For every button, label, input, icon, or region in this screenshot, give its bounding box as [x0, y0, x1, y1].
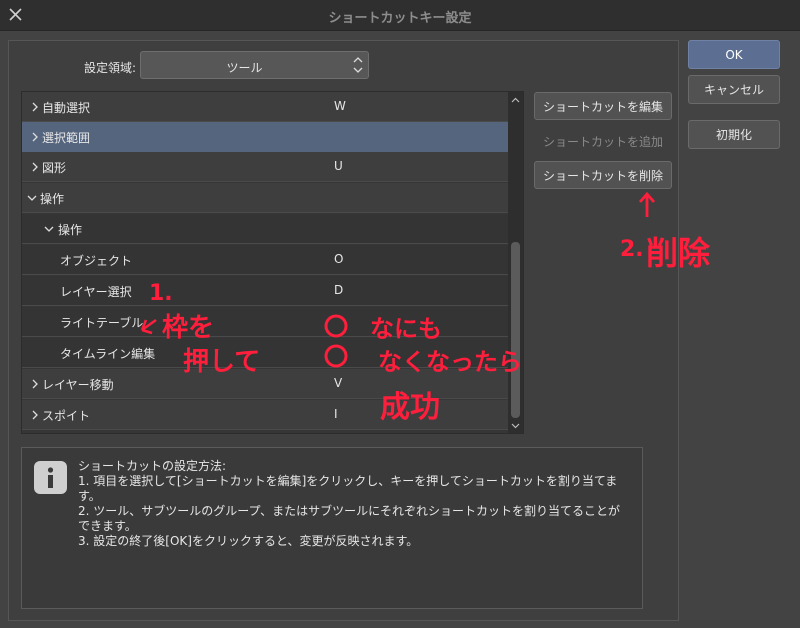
scroll-down-arrow-icon[interactable] [510, 420, 521, 431]
info-panel: ショートカットの設定方法: 1. 項目を選択して[ショートカットを編集]をクリッ… [21, 447, 643, 609]
tree-row-label: レイヤー選択 [60, 285, 132, 299]
tree-row-object[interactable]: オブジェクト O [22, 245, 508, 275]
chevron-right-icon[interactable] [30, 101, 40, 113]
scrollbar-thumb[interactable] [511, 242, 520, 418]
tree-row-label: 図形 [42, 161, 67, 175]
tree-row-label: スポイト [42, 409, 91, 423]
delete-shortcut-button[interactable]: ショートカットを削除 [534, 161, 672, 189]
tree-row-operation-group[interactable]: 操作 [22, 183, 508, 213]
up-down-chevron-icon [353, 57, 363, 73]
tree-row-layer-select[interactable]: レイヤー選択 D [22, 276, 508, 306]
tree-row-auto-select[interactable]: 自動選択 W [22, 92, 508, 122]
settings-area-select[interactable]: ツール [140, 51, 369, 79]
tree-row-label: 自動選択 [42, 101, 91, 115]
info-heading: ショートカットの設定方法: [78, 459, 227, 473]
info-step: 3. 設定の終了後[OK]をクリックすると、変更が反映されます。 [78, 534, 419, 548]
tree-row-label: レイヤー移動 [42, 378, 114, 392]
tree-row-label: ライトテーブル [60, 316, 144, 330]
info-step: 1. 項目を選択して[ショートカットを編集]をクリックし、キーを押してショートカ… [78, 474, 618, 503]
chevron-right-icon[interactable] [30, 378, 40, 390]
chevron-right-icon[interactable] [30, 131, 40, 143]
tree-row-label: タイムライン編集 [60, 347, 156, 361]
tree-row-label: オブジェクト [60, 254, 133, 268]
chevron-right-icon[interactable] [30, 409, 40, 421]
tree-row-eyedropper[interactable]: スポイト I [22, 400, 508, 430]
settings-area-value: ツール [226, 61, 263, 75]
tree-row-layer-move[interactable]: レイヤー移動 V [22, 369, 508, 399]
cancel-button[interactable]: キャンセル [688, 75, 780, 104]
title-bar: ショートカットキー設定 [0, 0, 800, 31]
edit-shortcut-button[interactable]: ショートカットを編集 [534, 92, 672, 120]
tree-row-key: V [334, 376, 343, 390]
tree-row-timeline-edit[interactable]: タイムライン編集 [22, 338, 508, 368]
tree-row-key: W [334, 99, 346, 113]
reset-button[interactable]: 初期化 [688, 120, 780, 149]
info-icon [34, 461, 67, 494]
tree-row-key: I [334, 407, 338, 421]
scroll-up-arrow-icon[interactable] [510, 95, 521, 106]
tree-row-shape[interactable]: 図形 U [22, 152, 508, 182]
tree-row-light-table[interactable]: ライトテーブル [22, 307, 508, 337]
add-shortcut-button[interactable]: ショートカットを追加 [534, 127, 672, 155]
tree-scrollbar[interactable] [508, 92, 523, 433]
chevron-down-icon[interactable] [27, 192, 37, 204]
chevron-down-icon[interactable] [44, 223, 54, 235]
tree-row-key: D [334, 283, 344, 297]
ok-button[interactable]: OK [688, 40, 780, 69]
shortcut-tree[interactable]: 自動選択 W 選択範囲 図形 U 操作 操作 オブジェクト O レイヤー選択 D… [21, 91, 524, 434]
tree-row-operation-subgroup[interactable]: 操作 [22, 214, 508, 244]
tree-row-label: 操作 [40, 192, 65, 206]
info-step: 2. ツール、サブツールのグループ、またはサブツールにそれぞれショートカットを割… [78, 504, 620, 533]
window-title: ショートカットキー設定 [328, 11, 472, 26]
tree-row-label: 操作 [58, 223, 83, 237]
tree-row-label: 選択範囲 [42, 131, 91, 145]
tree-row-key: O [334, 252, 344, 266]
tree-row-selection[interactable]: 選択範囲 [22, 122, 508, 152]
info-steps: 1. 項目を選択して[ショートカットを編集]をクリックし、キーを押してショートカ… [78, 474, 630, 549]
tree-row-key: U [334, 159, 343, 173]
chevron-right-icon[interactable] [30, 161, 40, 173]
settings-area-label: 設定領域: [84, 61, 137, 75]
